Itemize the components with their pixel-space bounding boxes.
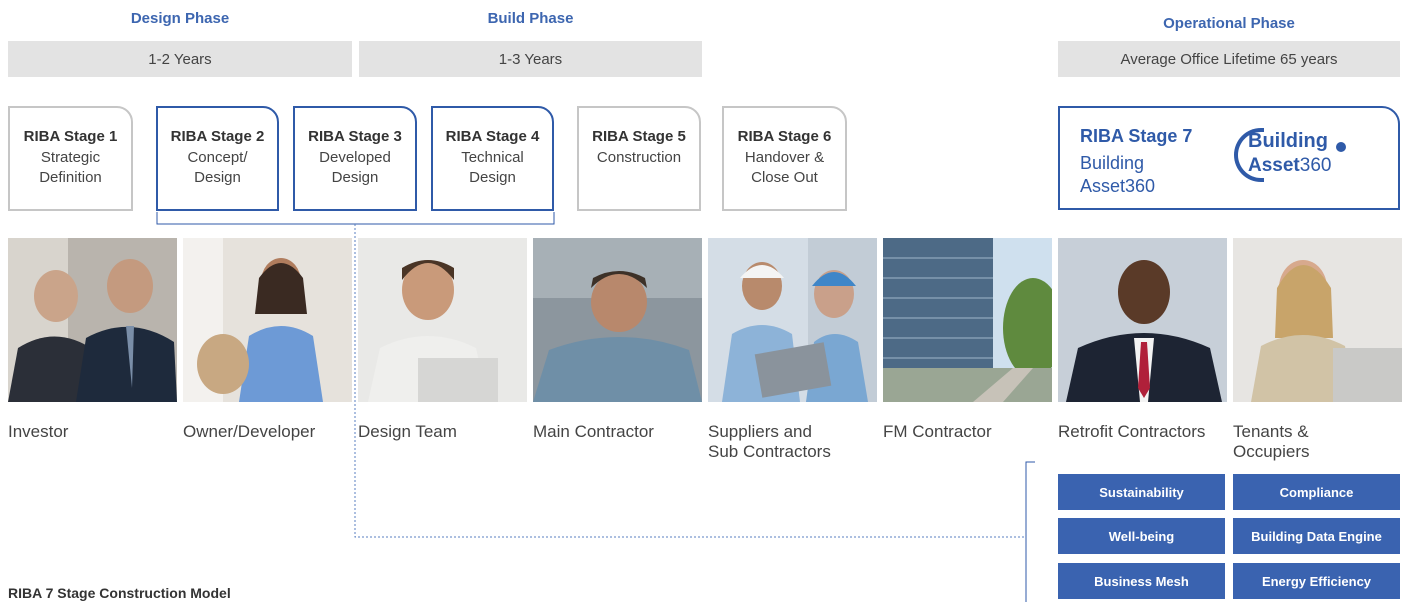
- stakeholder-label-line1: Tenants &: [1233, 422, 1309, 441]
- bracket-line: [156, 212, 555, 225]
- stakeholder-label-retrofit-contractors: Retrofit Contractors: [1058, 422, 1205, 442]
- stakeholder-label-line1: Retrofit Contractors: [1058, 422, 1206, 441]
- stakeholder-label-line1: Investor: [8, 422, 69, 441]
- stakeholder-label-line1: Owner/Developer: [183, 422, 316, 441]
- owner-developer-photo: [183, 238, 352, 402]
- feature-business-mesh[interactable]: Business Mesh: [1058, 563, 1225, 599]
- feature-energy-efficiency[interactable]: Energy Efficiency: [1233, 563, 1400, 599]
- main-contractor-photo: [533, 238, 702, 402]
- stakeholder-label-line1: Suppliers and: [708, 422, 812, 441]
- feature-sustainability[interactable]: Sustainability: [1058, 474, 1225, 510]
- stakeholder-label-suppliers: Suppliers and Sub Contractors: [708, 422, 831, 462]
- stakeholder-label-design-team: Design Team: [358, 422, 457, 442]
- diagram-caption: RIBA 7 Stage Construction Model: [8, 585, 231, 601]
- stakeholder-label-line2: Occupiers: [1233, 442, 1310, 461]
- stakeholder-label-line1: Main Contractor: [533, 422, 654, 441]
- feature-compliance[interactable]: Compliance: [1233, 474, 1400, 510]
- design-team-photo: [358, 238, 527, 402]
- tenants-occupiers-photo: [1233, 238, 1402, 402]
- fm-contractor-photo: [883, 238, 1052, 402]
- suppliers-photo: [708, 238, 877, 402]
- stakeholder-label-main-contractor: Main Contractor: [533, 422, 654, 442]
- stakeholder-label-line1: FM Contractor: [883, 422, 992, 441]
- stakeholder-label-investor: Investor: [8, 422, 68, 442]
- feature-well-being[interactable]: Well-being: [1058, 518, 1225, 554]
- feature-building-data-engine[interactable]: Building Data Engine: [1233, 518, 1400, 554]
- stakeholder-label-fm-contractor: FM Contractor: [883, 422, 992, 442]
- stakeholder-label-line2: Sub Contractors: [708, 442, 831, 461]
- retrofit-contractors-photo: [1058, 238, 1227, 402]
- stakeholder-label-owner-developer: Owner/Developer: [183, 422, 315, 442]
- investor-photo: [8, 238, 177, 402]
- stakeholder-label-line1: Design Team: [358, 422, 457, 441]
- feature-bracket-line: [1025, 461, 1035, 602]
- stakeholder-label-tenants-occupiers: Tenants & Occupiers: [1233, 422, 1310, 462]
